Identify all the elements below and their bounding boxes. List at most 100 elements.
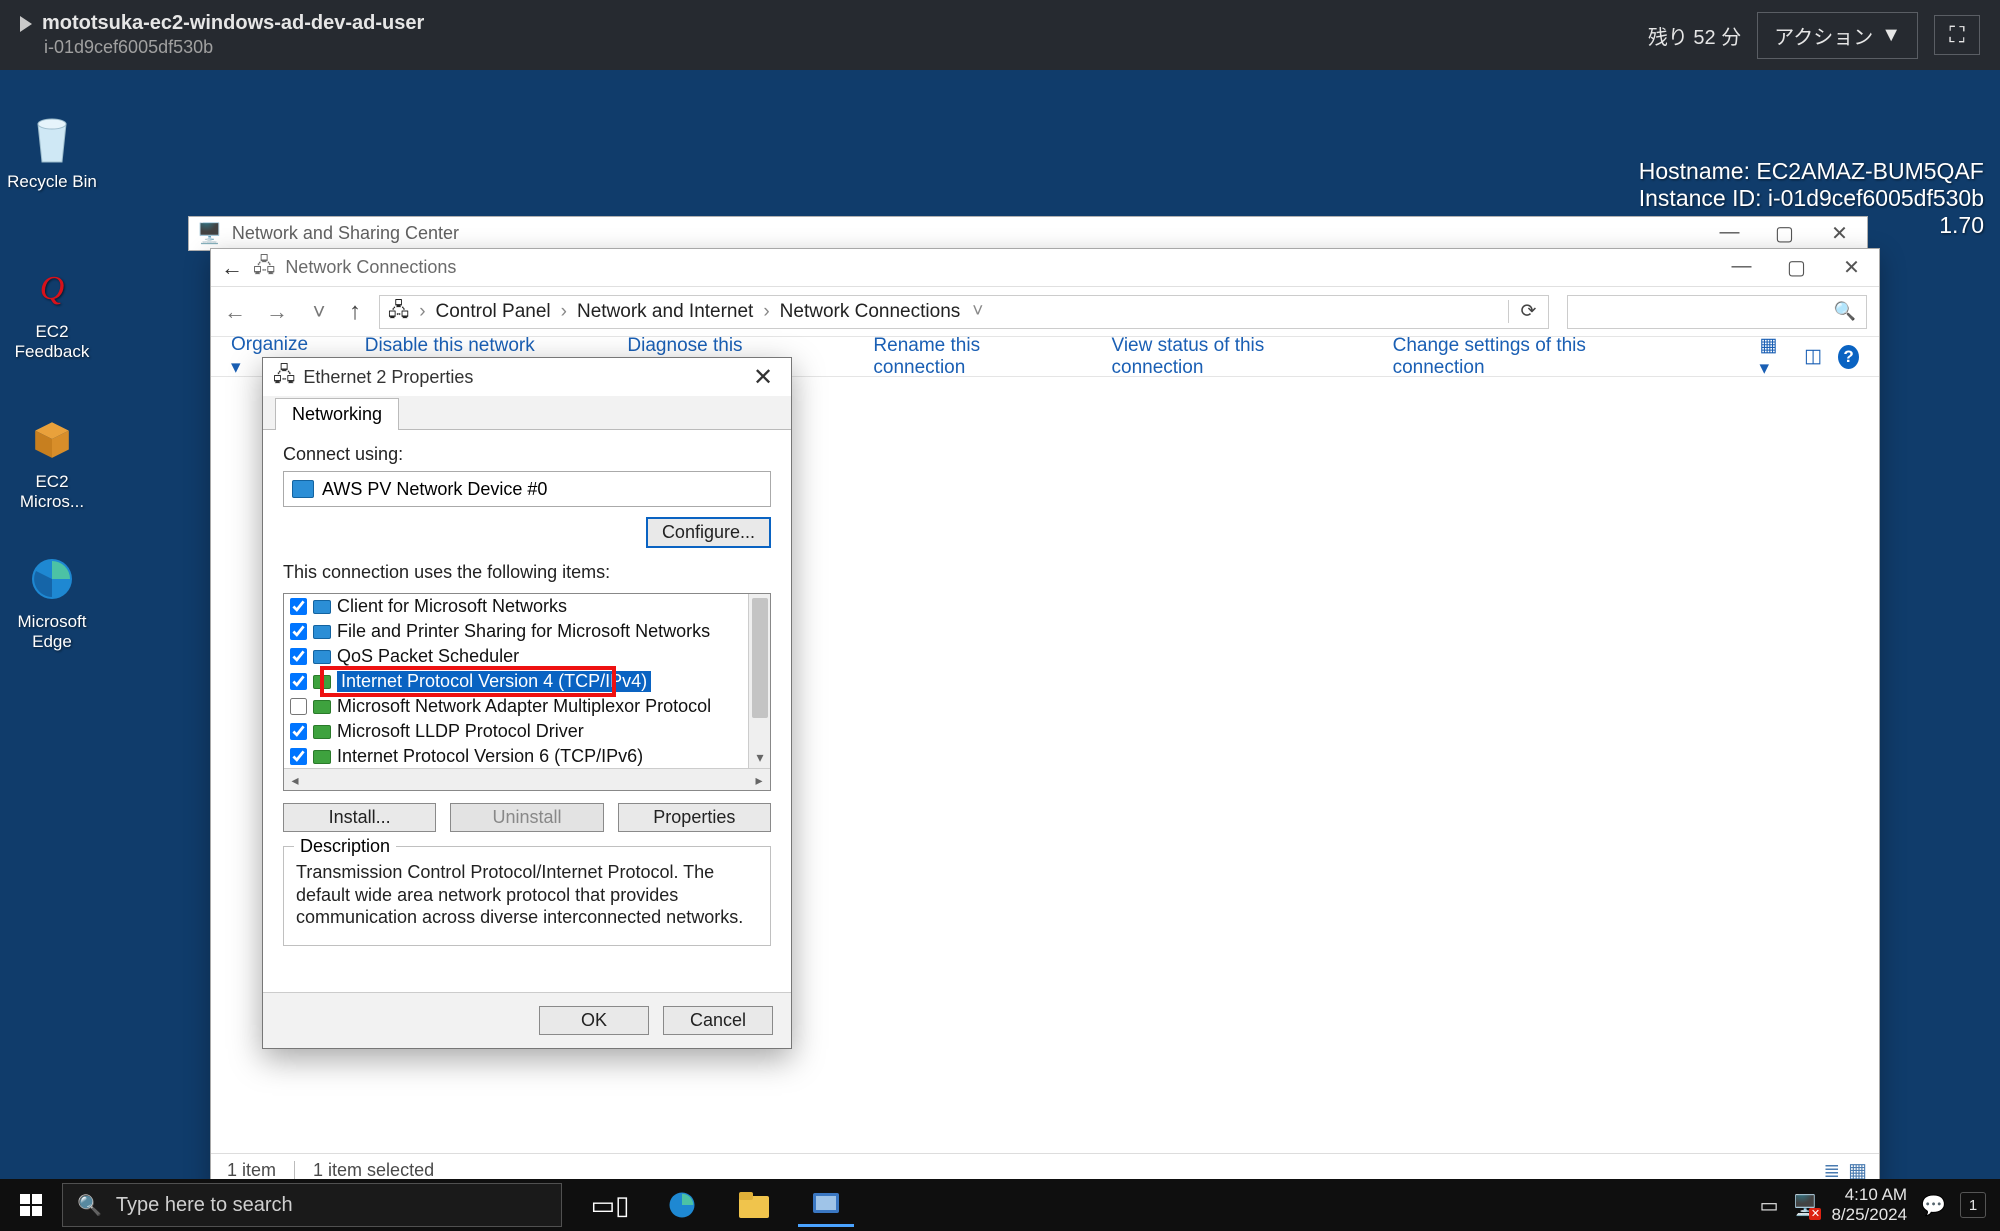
dialog-ethernet-properties[interactable]: 🖧 Ethernet 2 Properties ✕ Networking Con… [262, 357, 792, 1049]
desktop-icon-label: EC2 Feedback [2, 322, 102, 362]
items-label: This connection uses the following items… [283, 562, 771, 583]
configure-button[interactable]: Configure... [646, 517, 771, 548]
adapter-field[interactable]: AWS PV Network Device #0 [283, 471, 771, 507]
search-input[interactable]: 🔍 [1567, 295, 1867, 329]
connection-item[interactable]: Microsoft LLDP Protocol Driver [284, 719, 748, 744]
connection-item-label: File and Printer Sharing for Microsoft N… [337, 621, 710, 642]
session-left: mototsuka-ec2-windows-ad-dev-ad-user i-0… [20, 12, 424, 58]
taskbar[interactable]: 🔍 Type here to search ▭▯ ▭ 🖥️✕ 4:10 AM 8… [0, 1179, 2000, 1231]
breadcrumb-bar[interactable]: 🖧 › Control Panel › Network and Internet… [379, 295, 1549, 329]
breadcrumb-item[interactable]: Network Connections [780, 301, 961, 323]
fullscreen-button[interactable]: ⛶ [1934, 15, 1980, 55]
dialog-title: Ethernet 2 Properties [303, 367, 473, 388]
task-view-button[interactable]: ▭▯ [582, 1183, 638, 1227]
highlight-annotation [320, 666, 616, 697]
tray-overflow-icon[interactable]: ▭ [1760, 1193, 1779, 1218]
help-icon[interactable]: ? [1838, 345, 1859, 369]
adapter-name: AWS PV Network Device #0 [322, 479, 547, 500]
breadcrumb-item[interactable]: Control Panel [436, 301, 551, 323]
action-button[interactable]: アクション ▼ [1757, 12, 1918, 59]
desktop-area[interactable]: Recycle Bin Q EC2 Feedback EC2 Micros...… [0, 70, 2000, 1181]
connection-item-label: Client for Microsoft Networks [337, 596, 567, 617]
description-text: Transmission Control Protocol/Internet P… [296, 861, 758, 929]
connection-item-checkbox[interactable] [290, 723, 307, 740]
taskbar-search[interactable]: 🔍 Type here to search [62, 1183, 562, 1227]
edge-icon [23, 550, 81, 608]
nav-recent-icon[interactable]: ˅ [307, 299, 331, 325]
connection-item[interactable]: Microsoft Network Adapter Multiplexor Pr… [284, 694, 748, 719]
properties-button[interactable]: Properties [618, 803, 771, 832]
desktop-icon-recycle-bin[interactable]: Recycle Bin [2, 110, 102, 192]
desktop-icon-edge[interactable]: Microsoft Edge [2, 550, 102, 652]
scroll-left-icon[interactable]: ◂ [284, 769, 306, 791]
nc-titlebar[interactable]: ← 🖧 Network Connections — ▢ ✕ [211, 249, 1879, 287]
connection-item-label: Internet Protocol Version 6 (TCP/IPv6) [337, 746, 643, 767]
window-network-sharing-center[interactable]: 🖥️ Network and Sharing Center — ▢ ✕ [188, 216, 1868, 251]
tray-clock[interactable]: 4:10 AM 8/25/2024 [1831, 1185, 1907, 1224]
close-button[interactable]: ✕ [1812, 221, 1867, 246]
maximize-button[interactable]: ▢ [1769, 255, 1824, 280]
connection-item-checkbox[interactable] [290, 748, 307, 765]
connection-item-checkbox[interactable] [290, 623, 307, 640]
close-button[interactable]: ✕ [1824, 255, 1879, 280]
back-arrow-icon[interactable]: ← [221, 255, 243, 281]
desktop-icon-label: EC2 Micros... [2, 472, 102, 512]
status-selected-count: 1 item selected [313, 1160, 434, 1181]
horizontal-scrollbar[interactable]: ◂ ▸ [284, 768, 770, 790]
vertical-scrollbar[interactable]: ▴ ▾ [748, 594, 770, 768]
tray-date: 8/25/2024 [1831, 1205, 1907, 1225]
nav-back-icon[interactable]: ← [223, 299, 247, 325]
dialog-titlebar[interactable]: 🖧 Ethernet 2 Properties ✕ [263, 358, 791, 396]
connection-item[interactable]: File and Printer Sharing for Microsoft N… [284, 619, 748, 644]
dialog-body: Connect using: AWS PV Network Device #0 … [263, 430, 791, 992]
task-file-explorer[interactable] [726, 1183, 782, 1227]
connection-item-checkbox[interactable] [290, 673, 307, 690]
connection-item-checkbox[interactable] [290, 648, 307, 665]
task-edge[interactable] [654, 1183, 710, 1227]
minimize-button[interactable]: — [1702, 221, 1757, 246]
network-icon: 🖧 [253, 251, 275, 285]
dialog-buttons: OK Cancel [263, 992, 791, 1048]
network-tray-icon[interactable]: 🖥️✕ [1793, 1193, 1818, 1218]
scroll-right-icon[interactable]: ▸ [748, 769, 770, 791]
toolbar-change-settings[interactable]: Change settings of this connection [1393, 335, 1664, 379]
start-button[interactable] [0, 1179, 62, 1231]
desktop-icon-ec2-micros[interactable]: EC2 Micros... [2, 410, 102, 512]
connection-items-list[interactable]: Client for Microsoft Networks File and Pr… [283, 593, 771, 791]
connection-item-label: Microsoft LLDP Protocol Driver [337, 721, 584, 742]
connection-item[interactable]: Client for Microsoft Networks [284, 594, 748, 619]
connection-item-checkbox[interactable] [290, 598, 307, 615]
protocol-icon [313, 725, 331, 739]
window-controls: — ▢ ✕ [1714, 255, 1879, 280]
status-item-count: 1 item [227, 1160, 276, 1181]
refresh-icon[interactable]: ⟳ [1508, 300, 1548, 323]
ok-button[interactable]: OK [539, 1006, 649, 1035]
toolbar-view-icons: ▦ ▾ ◫ ? [1759, 334, 1859, 380]
session-instance-id: i-01d9cef6005df530b [20, 37, 424, 58]
cancel-button[interactable]: Cancel [663, 1006, 773, 1035]
network-error-badge: ✕ [1809, 1208, 1821, 1220]
maximize-button[interactable]: ▢ [1757, 221, 1812, 246]
connection-item[interactable]: Internet Protocol Version 4 (TCP/IPv4) [284, 669, 748, 694]
scroll-down-icon[interactable]: ▾ [749, 746, 771, 768]
notification-badge[interactable]: 1 [1960, 1192, 1986, 1218]
install-button[interactable]: Install... [283, 803, 436, 832]
desktop-icon-ec2-feedback[interactable]: Q EC2 Feedback [2, 260, 102, 362]
connection-item[interactable]: Internet Protocol Version 6 (TCP/IPv6) [284, 744, 748, 768]
connection-item-checkbox[interactable] [290, 698, 307, 715]
task-control-panel[interactable] [798, 1183, 854, 1227]
nav-up-icon[interactable]: ↑ [349, 298, 361, 326]
close-button[interactable]: ✕ [745, 363, 781, 392]
desktop-icon-label: Microsoft Edge [2, 612, 102, 652]
preview-pane-icon[interactable]: ◫ [1804, 345, 1822, 368]
nav-forward-icon[interactable]: → [265, 299, 289, 325]
scroll-thumb[interactable] [752, 598, 768, 718]
breadcrumb-item[interactable]: Network and Internet [577, 301, 753, 323]
toolbar-view-status[interactable]: View status of this connection [1112, 335, 1345, 379]
breadcrumb-dropdown-icon[interactable]: ˅ [972, 301, 983, 323]
notifications-icon[interactable]: 💬 [1921, 1193, 1946, 1218]
view-options-icon[interactable]: ▦ ▾ [1759, 334, 1788, 380]
toolbar-rename[interactable]: Rename this connection [873, 335, 1063, 379]
tab-networking[interactable]: Networking [275, 398, 399, 430]
minimize-button[interactable]: — [1714, 255, 1769, 280]
